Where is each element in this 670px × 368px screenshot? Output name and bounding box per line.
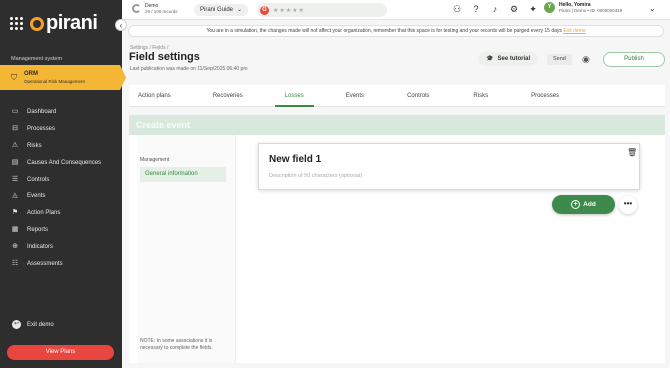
sidebar-item-label: Dashboard [27, 109, 57, 116]
sidebar-item-label: Indicators [27, 243, 54, 250]
user-detail: Pirani | Demo • ID: 0000000419 [559, 8, 623, 13]
sidebar-item-reports[interactable]: ▦ Reports [0, 222, 122, 239]
sidebar-item-action-plans[interactable]: ⚑ Action Plans [0, 205, 122, 222]
graduation-cap-icon: 🎓 [486, 56, 494, 62]
collapse-sidebar-button[interactable]: ‹ [115, 19, 127, 31]
sidebar-item-dashboard[interactable]: ▭ Dashboard [0, 104, 122, 121]
management-system-label: Management system [11, 56, 63, 62]
sidebar-item-assessments[interactable]: ☷ Assessments [0, 255, 122, 272]
processes-icon: ⊟ [12, 125, 18, 133]
alert-icon: ◬ [12, 192, 18, 200]
simulation-banner: You are in a simulation, the changes mad… [128, 25, 664, 37]
see-tutorial-button[interactable]: 🎓 See tutorial [478, 52, 539, 66]
indicators-icon: ⊕ [12, 242, 18, 250]
logo-word: pirani [46, 12, 98, 34]
chevron-down-icon: ⌄ [237, 7, 243, 13]
add-label: Add [583, 201, 596, 208]
flag-icon: ⚑ [11, 209, 19, 217]
monitor-icon: ▭ [11, 108, 19, 116]
exit-icon: ↩ [12, 320, 21, 329]
sidebar-item-controls[interactable]: ☰ Controls [0, 171, 122, 188]
banner-text: You are in a simulation, the changes mad… [206, 28, 562, 34]
avatar: Y [544, 2, 555, 13]
progress-ring-icon [132, 4, 141, 13]
tab-losses[interactable]: Losses [274, 85, 314, 107]
star-rating-icon: ★★★★★ [273, 7, 305, 14]
bell-icon[interactable]: ♪ [490, 4, 500, 15]
environment-indicator: Demo 29 / 100 records [132, 3, 178, 14]
tab-processes[interactable]: Processes [531, 85, 559, 106]
sidebar-item-label: Assessments [27, 260, 63, 267]
page-title: Field settings [129, 51, 200, 63]
sidebar-item-indicators[interactable]: ⊕ Indicators [0, 238, 122, 255]
tab-action-plans[interactable]: Action plans [138, 85, 171, 106]
note-text: NOTE: In some associations it is necessa… [140, 338, 213, 351]
publish-button[interactable]: Publish [603, 52, 665, 67]
topbar: Demo 29 / 100 records Pirani Guide ⌄ G ★… [122, 0, 670, 20]
sidebar-item-risks[interactable]: ⚠ Risks [0, 138, 122, 155]
create-event-header: Create event [129, 115, 665, 135]
topbar-actions: ⚇ ? ♪ ⚙ ✦ [452, 4, 538, 15]
sidebar-item-causes[interactable]: ▤ Causes And Consequences [0, 154, 122, 171]
g2-icon: G [260, 5, 269, 15]
help-icon[interactable]: ? [471, 4, 481, 15]
send-button[interactable]: Send [547, 54, 572, 65]
sidebar-item-label: Risks [27, 142, 42, 149]
controls-icon: ☰ [11, 175, 19, 183]
tab-events[interactable]: Events [346, 85, 364, 106]
logo-ring-icon [30, 16, 44, 31]
view-plans-button[interactable]: View Plans [7, 345, 114, 360]
module-title: ORM [24, 71, 38, 77]
management-section-label: Management [140, 157, 170, 163]
pirani-guide-dropdown[interactable]: Pirani Guide ⌄ [194, 4, 249, 16]
sidebar-item-label: Events [27, 193, 46, 200]
add-user-icon[interactable]: ⚇ [452, 4, 462, 15]
plus-icon: + [571, 200, 581, 209]
user-menu[interactable]: Y Hello, Yomira Pirani | Demo • ID: 0000… [544, 2, 622, 13]
sidebar-item-events[interactable]: ◬ Events [0, 188, 122, 205]
eye-icon[interactable]: ◉ [582, 54, 590, 64]
add-field-button[interactable]: + Add [552, 195, 615, 214]
chevron-down-icon[interactable]: ⌄ [649, 4, 656, 13]
tab-recoveries[interactable]: Recoveries [213, 85, 243, 106]
field-card[interactable]: New field 1 Description of 50 characters… [258, 143, 640, 190]
more-options-button[interactable]: ••• [619, 196, 637, 214]
shield-icon: ⛉ [11, 73, 17, 82]
document-icon: ▤ [11, 158, 19, 166]
sidebar-item-label: Controls [27, 176, 50, 183]
module-subtitle: Operational Risk Management [24, 79, 85, 84]
rating-widget[interactable]: G ★★★★★ [257, 3, 387, 17]
logo: pirani [30, 12, 98, 35]
tabs: Action plans Recoveries Losses Events Co… [129, 85, 665, 107]
field-title[interactable]: New field 1 [269, 154, 321, 165]
apps-grid-icon[interactable] [10, 16, 24, 31]
section-item-general-information[interactable]: General information [140, 167, 226, 182]
sidebar-item-label: Reports [27, 226, 49, 233]
assessments-icon: ☷ [11, 259, 19, 267]
tab-controls[interactable]: Controls [407, 85, 429, 106]
sidebar-item-label: Action Plans [27, 210, 61, 217]
exit-demo-label: Exit demo [27, 321, 54, 328]
guide-label: Pirani Guide [200, 7, 234, 13]
module-card-orm[interactable]: ⛉ ORM Operational Risk Management [0, 65, 126, 90]
logo-row: pirani [10, 12, 98, 35]
tab-risks[interactable]: Risks [473, 85, 488, 106]
sidebar-item-label: Causes And Consequences [27, 159, 102, 166]
sidebar-nav: ▭ Dashboard ⊟ Processes ⚠ Risks ▤ Causes And… [0, 104, 122, 272]
tutorial-label: See tutorial [497, 56, 531, 62]
last-publication-text: Last publication was made on 11/Sep/2025… [130, 66, 248, 72]
warning-icon: ⚠ [11, 141, 19, 149]
banner-exit-demo-link[interactable]: Exit demo [563, 28, 585, 34]
gear-icon[interactable]: ⚙ [509, 4, 519, 15]
env-records: 29 / 100 records [145, 9, 178, 14]
sparkle-icon[interactable]: ✦ [528, 4, 538, 15]
trash-icon[interactable]: 🗑 [627, 148, 637, 157]
sidebar-item-label: Processes [27, 126, 56, 133]
exit-demo-button[interactable]: ↩ Exit demo [12, 320, 54, 329]
chevron-left-icon: ‹ [119, 20, 123, 30]
field-description-input[interactable]: Description of 50 characters (optional) [269, 173, 362, 179]
sidebar: pirani Management system ⛉ ORM Operation… [0, 0, 126, 368]
reports-icon: ▦ [11, 225, 19, 233]
sidebar-item-processes[interactable]: ⊟ Processes [0, 121, 122, 138]
